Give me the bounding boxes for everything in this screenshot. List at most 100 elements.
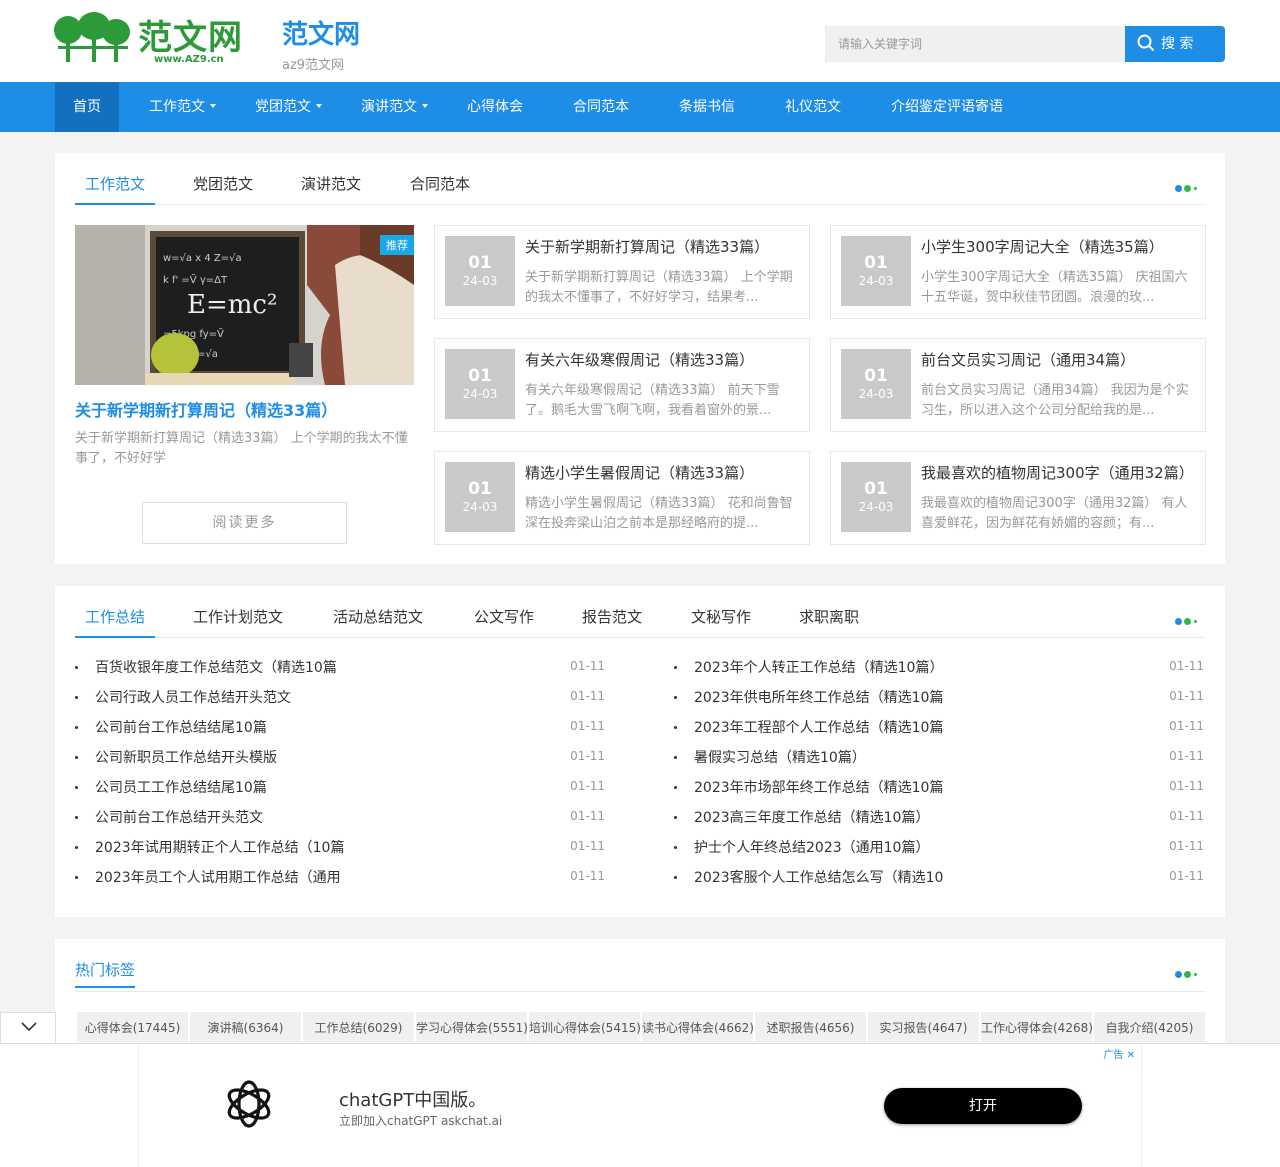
ad-close-label[interactable]: 广告 ✕ <box>1103 1046 1135 1061</box>
article-card[interactable]: 01 24-03 有关六年级寒假周记（精选33篇） 有关六年级寒假周记（精选33篇… <box>434 338 810 432</box>
tab-work[interactable]: 工作范文 <box>75 173 156 205</box>
tab-job[interactable]: 求职离职 <box>789 606 869 638</box>
nav-item-home[interactable]: 首页 <box>55 82 119 132</box>
tag-item[interactable]: 工作总结(6029) <box>303 1012 414 1042</box>
list-item[interactable]: 2023年试用期转正个人工作总结（10篇 01-11 <box>75 833 605 863</box>
list-item[interactable]: 2023年工程部个人工作总结（精选10篇 01-11 <box>674 713 1204 743</box>
feature-image[interactable]: E=mc² w=√a x 4 Z=√a k f' =Ṽ γ=ΔT =5kpg f… <box>75 225 414 385</box>
date-day: 01 <box>468 479 492 499</box>
list-item[interactable]: 公司前台工作总结结尾10篇 01-11 <box>75 713 605 743</box>
dot-icon[interactable] <box>1184 971 1191 978</box>
date-ym: 24-03 <box>858 387 894 401</box>
chevron-down-icon <box>21 1022 37 1032</box>
tab-report[interactable]: 报告范文 <box>572 606 652 638</box>
ad-open-button[interactable]: 打开 <box>884 1088 1082 1124</box>
site-name[interactable]: 范文网 <box>282 14 360 51</box>
nav-item-intro[interactable]: 介绍鉴定评语寄语 <box>873 82 1021 132</box>
card-desc: 我最喜欢的植物周记300字（通用32篇） 有人喜爱鲜花，因为鲜花有娇媚的容颜；有… <box>921 496 1188 531</box>
nav-item-work[interactable]: 工作范文 <box>131 82 234 132</box>
list-item[interactable]: 百货收银年度工作总结范文（精选10篇 01-11 <box>75 653 605 683</box>
hot-tags-title[interactable]: 热门标签 <box>75 959 136 988</box>
date-box: 01 24-03 <box>445 349 515 419</box>
card-title: 小学生300字周记大全（精选35篇） <box>921 238 1164 256</box>
date-day: 01 <box>468 253 492 273</box>
list-item[interactable]: 2023年员工个人试用期工作总结（通用 01-11 <box>75 863 605 893</box>
tag-item[interactable]: 学习心得体会(5551) <box>416 1012 527 1042</box>
recommend-badge: 推荐 <box>380 235 414 255</box>
summary-panel: 工作总结 工作计划范文 活动总结范文 公文写作 报告范文 文秘写作 求职离职 百… <box>55 586 1225 917</box>
date-box: 01 24-03 <box>841 462 911 532</box>
search-input[interactable]: 请输入关键字词 <box>825 26 1125 62</box>
nav-item-speech[interactable]: 演讲范文 <box>343 82 446 132</box>
list-item[interactable]: 公司新职员工作总结开头模版 01-11 <box>75 743 605 773</box>
dot-icon[interactable] <box>1194 973 1197 976</box>
dot-icon[interactable] <box>1184 185 1191 192</box>
tab-work-plan[interactable]: 工作计划范文 <box>183 606 293 638</box>
tag-item[interactable]: 演讲稿(6364) <box>190 1012 301 1042</box>
dot-icon[interactable] <box>1194 620 1197 623</box>
tab-party[interactable]: 党团范文 <box>183 173 263 205</box>
nav-item-experience[interactable]: 心得体会 <box>449 82 541 132</box>
list-item[interactable]: 2023年市场部年终工作总结（精选10篇 01-11 <box>674 773 1204 803</box>
tag-item[interactable]: 实习报告(4647) <box>868 1012 979 1042</box>
read-more-button[interactable]: 阅读更多 <box>142 502 347 544</box>
card-desc: 关于新学期新打算周记（精选33篇） 上个学期的我太不懂事了，不好好学习，结果考.… <box>525 270 793 305</box>
article-card[interactable]: 01 24-03 前台文员实习周记（通用34篇） 前台文员实习周记（通用34篇） … <box>830 338 1206 432</box>
nav-label: 合同范本 <box>573 99 629 115</box>
tag-item[interactable]: 读书心得体会(4662) <box>642 1012 753 1042</box>
article-card[interactable]: 01 24-03 小学生300字周记大全（精选35篇） 小学生300字周记大全（精… <box>830 225 1206 319</box>
tab-secretary[interactable]: 文秘写作 <box>681 606 761 638</box>
tab-contract[interactable]: 合同范本 <box>400 173 480 205</box>
carousel-dots <box>1175 971 1205 979</box>
date-ym: 24-03 <box>462 274 498 288</box>
tag-item[interactable]: 述职报告(4656) <box>755 1012 866 1042</box>
list-item[interactable]: 公司行政人员工作总结开头范文 01-11 <box>75 683 605 713</box>
site-logo[interactable]: 范文网 www.AZ9.cn <box>54 10 250 68</box>
tab-work-summary[interactable]: 工作总结 <box>75 606 156 638</box>
nav-item-etiquette[interactable]: 礼仪范文 <box>767 82 859 132</box>
list-item[interactable]: 2023客服个人工作总结怎么写（精选10 01-11 <box>674 863 1204 893</box>
feature-title[interactable]: 关于新学期新打算周记（精选33篇） <box>75 397 337 421</box>
tab-official-writing[interactable]: 公文写作 <box>464 606 544 638</box>
tab-speech[interactable]: 演讲范文 <box>291 173 371 205</box>
date-ym: 24-03 <box>462 500 498 514</box>
dot-icon[interactable] <box>1194 187 1197 190</box>
dot-icon[interactable] <box>1175 971 1182 978</box>
list-item[interactable]: 暑假实习总结（精选10篇） 01-11 <box>674 743 1204 773</box>
article-card[interactable]: 01 24-03 精选小学生暑假周记（精选33篇） 精选小学生暑假周记（精选33篇… <box>434 451 810 545</box>
article-card[interactable]: 01 24-03 我最喜欢的植物周记300字（通用32篇） 我最喜欢的植物周记30… <box>830 451 1206 545</box>
ad-container[interactable]: 广告 ✕ chatGPT中国版。 立即加入chatGPT askchat.ai … <box>138 1044 1142 1167</box>
collapse-ad-button[interactable] <box>0 1012 56 1044</box>
dot-icon[interactable] <box>1184 618 1191 625</box>
list-item[interactable]: 公司员工工作总结结尾10篇 01-11 <box>75 773 605 803</box>
summary-list-right: 2023年个人转正工作总结（精选10篇） 01-11 2023年供电所年终工作总结… <box>674 653 1204 893</box>
article-card[interactable]: 01 24-03 关于新学期新打算周记（精选33篇） 关于新学期新打算周记（精选3… <box>434 225 810 319</box>
date-box: 01 24-03 <box>445 236 515 306</box>
tag-item[interactable]: 自我介绍(4205) <box>1094 1012 1205 1042</box>
date-day: 01 <box>468 366 492 386</box>
tree-logo-icon <box>54 12 130 62</box>
list-item[interactable]: 2023年供电所年终工作总结（精选10篇 01-11 <box>674 683 1204 713</box>
nav-item-contract[interactable]: 合同范本 <box>555 82 647 132</box>
nav-item-party[interactable]: 党团范文 <box>237 82 340 132</box>
date-box: 01 24-03 <box>841 349 911 419</box>
nav-item-letters[interactable]: 条据书信 <box>661 82 753 132</box>
nav-label: 工作范文 <box>149 99 205 115</box>
search-button[interactable]: 搜 索 <box>1125 26 1225 62</box>
date-box: 01 24-03 <box>841 236 911 306</box>
list-item[interactable]: 护士个人年终总结2023（通用10篇） 01-11 <box>674 833 1204 863</box>
list-item[interactable]: 公司前台工作总结开头范文 01-11 <box>75 803 605 833</box>
list-item[interactable]: 2023高三年度工作总结（精选10篇） 01-11 <box>674 803 1204 833</box>
date-box: 01 24-03 <box>445 462 515 532</box>
tag-item[interactable]: 心得体会(17445) <box>77 1012 188 1042</box>
dot-icon[interactable] <box>1175 618 1182 625</box>
caret-down-icon <box>210 104 216 108</box>
tab-activity-summary[interactable]: 活动总结范文 <box>323 606 433 638</box>
svg-text:E=mc²: E=mc² <box>187 290 277 320</box>
date-day: 01 <box>864 479 888 499</box>
caret-down-icon <box>422 104 428 108</box>
dot-icon[interactable] <box>1175 185 1182 192</box>
tag-item[interactable]: 工作心得体会(4268) <box>981 1012 1092 1042</box>
tag-item[interactable]: 培训心得体会(5415) <box>529 1012 640 1042</box>
list-item[interactable]: 2023年个人转正工作总结（精选10篇） 01-11 <box>674 653 1204 683</box>
